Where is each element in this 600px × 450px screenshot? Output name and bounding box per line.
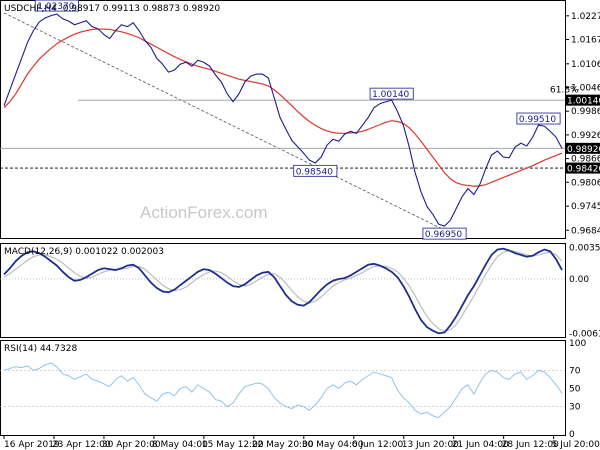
- rsi-pane-title: RSI(14) 44.7328: [4, 344, 77, 354]
- time-tick-label: 5 Jul 20:00: [552, 440, 600, 450]
- price-tick-label: 1.01060: [571, 60, 600, 70]
- chart-canvas: ActionForex.com 1.023701.001400.985400.9…: [0, 0, 600, 450]
- annotation-label: 0.99510: [519, 115, 556, 125]
- chart-window: ActionForex.com 1.02370 1.00140 0.98540 0.9…: [0, 0, 600, 450]
- annotation-label: 0.96950: [425, 230, 462, 240]
- time-tick-label: 8 May 04:00: [152, 440, 208, 450]
- price-level-tag-label: 1.00140: [567, 97, 600, 107]
- price-level-tag-label: 0.98420: [567, 165, 600, 175]
- price-tick-label: 0.99860: [571, 107, 600, 117]
- time-tick-label: 21 Jun 04:00: [452, 440, 509, 450]
- price-pane-frame: [0, 0, 566, 239]
- macd-tick-label: 0.003508: [569, 244, 600, 254]
- annotation-label: 0.98540: [296, 167, 333, 177]
- price-pane-title: USDCHF,H4 0.98917 0.99113 0.98873 0.9892…: [4, 4, 220, 14]
- price-tick-label: 0.97455: [571, 202, 600, 212]
- symbol-timeframe: USDCHF,H4: [4, 4, 57, 14]
- macd-tick-label: -0.006121: [569, 330, 600, 340]
- ohlc-values: 0.98917 0.99113 0.98873 0.98920: [63, 4, 221, 14]
- price-tick-label: 1.02275: [571, 12, 600, 22]
- rsi-tick-label: 0: [569, 430, 575, 440]
- annotation-label: 1.00140: [372, 90, 409, 100]
- time-tick-label: 28 Jun 12:00: [502, 440, 559, 450]
- price-tick-label: 0.98060: [571, 178, 600, 188]
- macd-tick-label: 0.00: [569, 275, 589, 285]
- rsi-tick-label: 50: [569, 385, 581, 395]
- price-tick-label: 0.99260: [571, 131, 600, 141]
- price-tick-label: 1.01675: [571, 36, 600, 46]
- price-tick-label: 1.00460: [571, 84, 600, 94]
- watermark: ActionForex.com: [140, 203, 268, 222]
- time-tick-label: 6 Jun 12:00: [352, 440, 404, 450]
- rsi-tick-label: 70: [569, 366, 581, 376]
- rsi-pane-frame: [0, 340, 566, 436]
- macd-pane-title: MACD(12,26,9) 0.001022 0.002003: [4, 247, 164, 257]
- rsi-tick-label: 100: [569, 339, 586, 349]
- price-tick-label: 0.96845: [571, 226, 600, 236]
- rsi-tick-label: 30: [569, 403, 581, 413]
- price-level-tag-label: 0.98920: [567, 145, 600, 155]
- time-tick-label: 13 Jun 20:00: [402, 440, 459, 450]
